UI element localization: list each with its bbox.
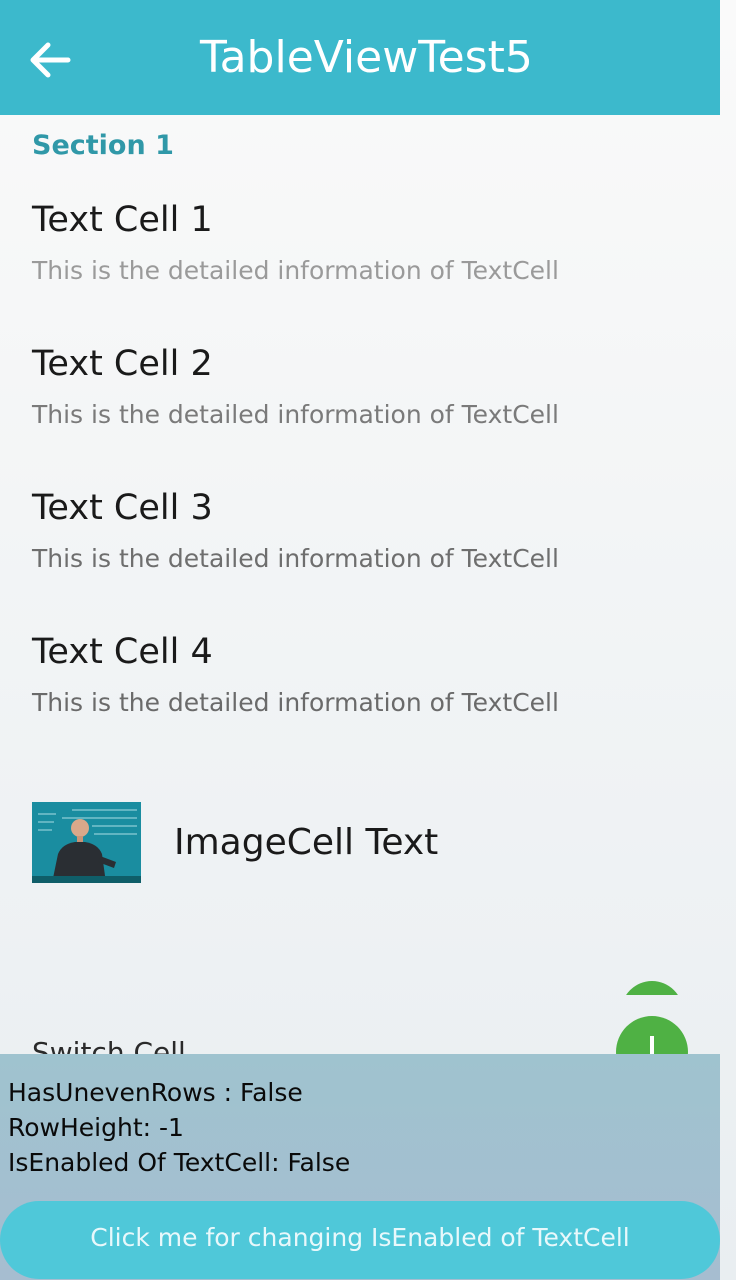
text-cell-detail: This is the detailed information of Text… [32,256,559,285]
text-cell-detail: This is the detailed information of Text… [32,544,559,573]
image-cell[interactable]: ImageCell Text [0,756,720,930]
page-title: TableViewTest5 [200,32,533,83]
text-cell-detail: This is the detailed information of Text… [32,400,559,429]
has-uneven-rows-text: HasUnevenRows : False [8,1078,303,1107]
text-cell-title: Text Cell 4 [32,632,213,672]
toggle-isenabled-label: Click me for changing IsEnabled of TextC… [90,1223,630,1252]
text-cell-title: Text Cell 2 [32,344,213,384]
image-cell-thumbnail [32,802,141,883]
image-cell-text: ImageCell Text [174,822,439,863]
back-button[interactable] [26,36,74,84]
toggle-isenabled-button[interactable]: Click me for changing IsEnabled of TextC… [0,1201,720,1279]
text-cell-title: Text Cell 3 [32,488,213,528]
text-cell-detail: This is the detailed information of Text… [32,688,559,717]
app-header: TableViewTest5 [0,0,720,115]
text-cell-title: Text Cell 1 [32,200,213,240]
fab-shadow [621,981,683,995]
section-header: Section 1 [32,130,174,161]
row-height-text: RowHeight: -1 [8,1113,184,1142]
text-cell-1[interactable]: Text Cell 1 This is the detailed informa… [0,178,720,322]
text-cell-4[interactable]: Text Cell 4 This is the detailed informa… [0,610,720,754]
text-cell-3[interactable]: Text Cell 3 This is the detailed informa… [0,466,720,610]
is-enabled-text: IsEnabled Of TextCell: False [8,1148,351,1177]
text-cell-2[interactable]: Text Cell 2 This is the detailed informa… [0,322,720,466]
arrow-left-icon [30,42,71,78]
